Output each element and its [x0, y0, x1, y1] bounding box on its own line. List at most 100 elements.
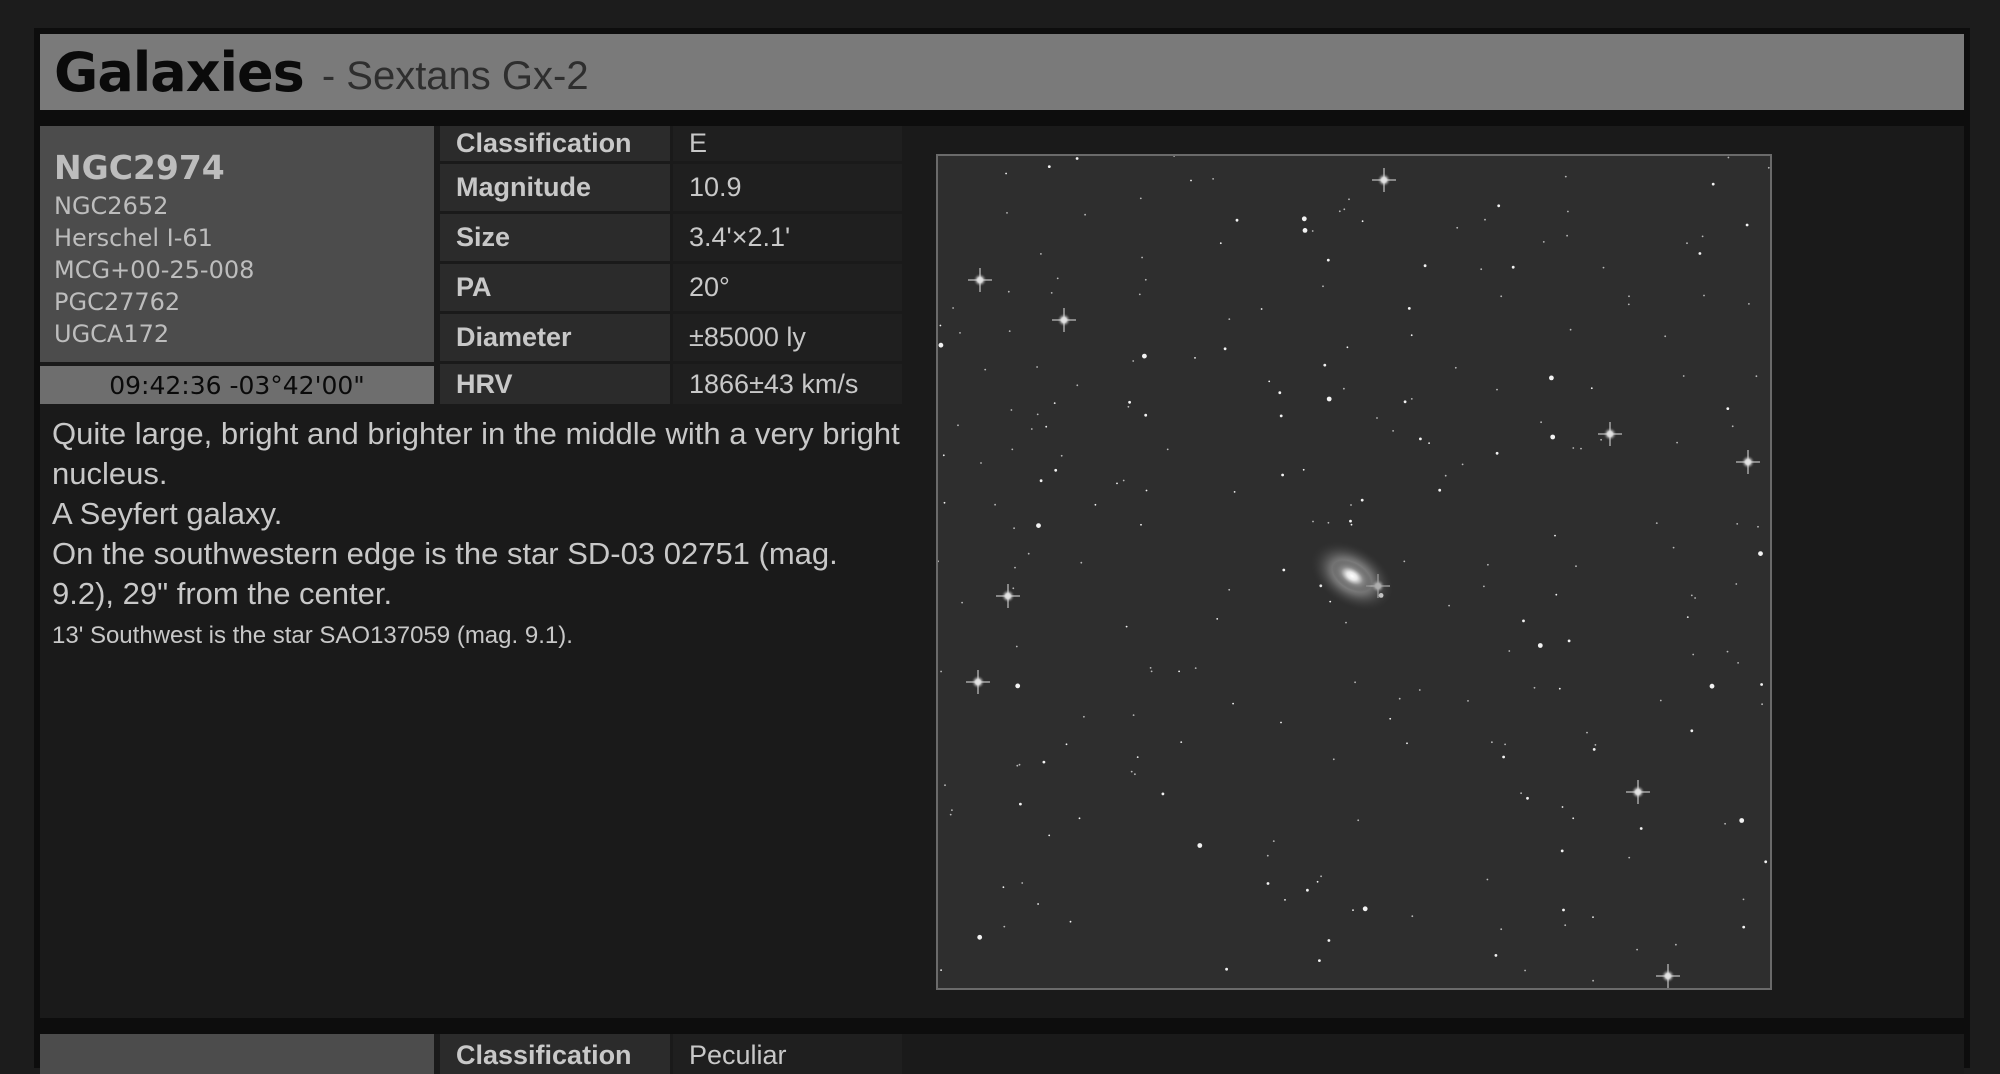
star: [1590, 387, 1593, 390]
star: [1592, 916, 1594, 918]
property-value: 1866±43 km/s: [673, 364, 902, 404]
star: [1127, 405, 1130, 408]
star: [1346, 346, 1349, 349]
star: [1567, 639, 1571, 643]
star: [1438, 488, 1442, 492]
star: [1522, 619, 1525, 623]
star: [1491, 741, 1493, 744]
star: [1150, 670, 1153, 673]
star: [1219, 242, 1222, 245]
star: [1495, 451, 1499, 455]
star: [1149, 667, 1152, 669]
star: [1003, 925, 1006, 928]
star: [1569, 328, 1572, 331]
next-object-names: [40, 1034, 434, 1074]
star: [1027, 552, 1030, 555]
star: [1726, 650, 1729, 653]
star: [1592, 979, 1594, 982]
star: [1048, 834, 1051, 837]
star: [977, 934, 983, 940]
star: [1456, 226, 1459, 229]
star: [1564, 175, 1567, 178]
star: [1480, 268, 1483, 271]
object-description: Quite large, bright and brighter in the …: [40, 410, 902, 1018]
star: [1166, 448, 1169, 451]
star: [1311, 230, 1314, 232]
alias-item: MCG+00-25-008: [54, 256, 255, 284]
star: [1555, 593, 1558, 596]
star: [1403, 560, 1406, 563]
star: [1483, 585, 1485, 588]
star: [1233, 491, 1236, 493]
star: [1284, 899, 1286, 901]
property-row: Size 3.4'×2.1': [440, 214, 902, 261]
star: [1005, 172, 1007, 175]
star: [1761, 703, 1763, 706]
star: [1575, 565, 1577, 568]
star: [1232, 702, 1234, 705]
star: [942, 454, 945, 457]
star: [1178, 670, 1180, 673]
star: [1736, 523, 1739, 525]
star: [1132, 714, 1135, 716]
star: [1323, 363, 1327, 367]
star: [1727, 156, 1730, 159]
star: [1703, 294, 1705, 297]
star: [1302, 468, 1305, 471]
property-value: 10.9: [673, 164, 902, 211]
star: [1494, 954, 1498, 957]
star: [1301, 216, 1307, 222]
star: [1338, 210, 1341, 213]
star: [1094, 503, 1097, 506]
star: [1197, 843, 1203, 848]
star: [1144, 278, 1147, 281]
star: [1266, 882, 1270, 885]
star: [1500, 295, 1503, 298]
star: [939, 324, 942, 327]
star: [1767, 166, 1770, 169]
star: [1039, 479, 1043, 483]
star: [1410, 398, 1413, 400]
star: [1350, 523, 1353, 526]
star: [1362, 906, 1368, 912]
star: [1758, 551, 1763, 556]
star: [1015, 683, 1021, 689]
star: [1602, 266, 1605, 269]
star: [1056, 277, 1059, 280]
star: [1561, 806, 1564, 808]
star: [1497, 204, 1501, 208]
star: [1302, 228, 1308, 233]
star: [1312, 520, 1314, 523]
star: [1600, 438, 1602, 441]
star: [1145, 489, 1148, 492]
star: [1448, 604, 1450, 607]
star: [1235, 218, 1239, 222]
alias-item: UGCA172: [54, 320, 170, 348]
property-key: Magnitude: [440, 164, 670, 211]
star: [1013, 527, 1015, 530]
star: [1410, 334, 1413, 337]
star: [1537, 643, 1543, 648]
star: [994, 503, 996, 506]
star: [1542, 241, 1545, 243]
star: [1627, 303, 1630, 306]
star: [1672, 546, 1675, 549]
star: [1281, 473, 1284, 477]
star-field: [937, 155, 1770, 988]
star: [1122, 479, 1125, 482]
property-value: 3.4'×2.1': [673, 214, 902, 261]
star: [1698, 252, 1702, 255]
property-key: PA: [440, 264, 670, 311]
star: [1735, 583, 1738, 585]
star: [1036, 366, 1038, 368]
star: [1428, 442, 1430, 444]
star: [1686, 242, 1688, 245]
star: [1008, 330, 1011, 332]
star: [1675, 943, 1677, 946]
star: [1083, 715, 1085, 718]
star: [1594, 744, 1597, 746]
star: [1508, 650, 1511, 652]
star: [1550, 434, 1556, 440]
star: [1748, 303, 1750, 305]
star: [1348, 198, 1350, 201]
